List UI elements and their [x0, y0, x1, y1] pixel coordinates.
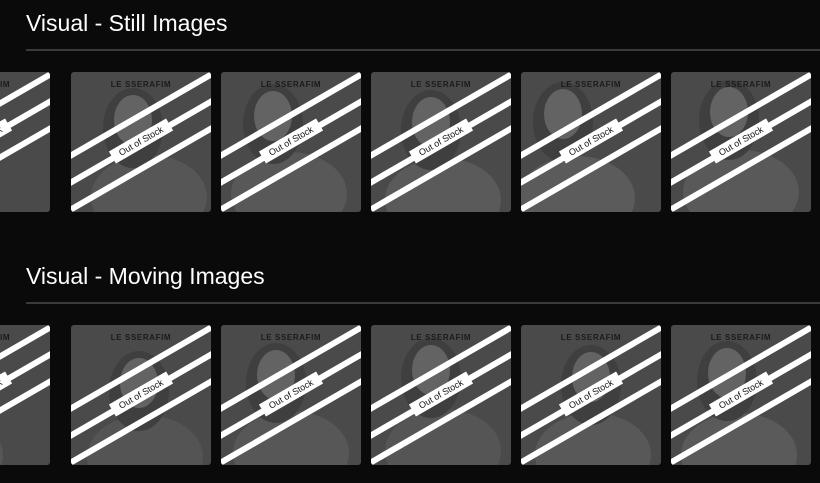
product-brand-label: LE SSERAFIM: [260, 333, 322, 342]
product-card[interactable]: LE SSERAFIMOut of Stock: [71, 325, 211, 465]
product-card[interactable]: LE SSERAFIMOut of Stock: [221, 72, 361, 212]
merch-visual-page: Visual - Still Images LE SSERAFIMOut of …: [0, 0, 820, 483]
product-brand-label: LE SSERAFIM: [410, 333, 472, 342]
product-brand-label: LE SSERAFIM: [110, 333, 172, 342]
product-card[interactable]: LE SSERAFIMOut of Stock: [71, 72, 211, 212]
product-photo: [87, 351, 203, 465]
product-brand-label: LE SSERAFIM: [0, 80, 11, 89]
section-title-moving-images: Visual - Moving Images: [26, 263, 265, 289]
product-brand-label: LE SSERAFIM: [0, 333, 11, 342]
product-card[interactable]: LE SSERAFIMOut of Stock: [371, 325, 511, 465]
still-images-carousel[interactable]: LE SSERAFIMOut of StockLE SSERAFIMOut of…: [0, 72, 820, 212]
product-photo: [0, 72, 50, 212]
product-photo: [231, 84, 347, 212]
product-brand-label: LE SSERAFIM: [410, 80, 472, 89]
product-brand-label: LE SSERAFIM: [110, 80, 172, 89]
still-images-section: Visual - Still Images LE SSERAFIMOut of …: [0, 0, 820, 230]
product-photo: [91, 88, 207, 212]
product-photo: [233, 343, 349, 465]
product-card[interactable]: LE SSERAFIMOut of Stock: [521, 72, 661, 212]
moving-images-section: Visual - Moving Images LE SSERAFIMOut of…: [0, 253, 820, 483]
product-card[interactable]: LE SSERAFIMOut of Stock: [671, 72, 811, 212]
section-divider: [26, 49, 820, 51]
product-photo: [0, 441, 3, 465]
section-title-still-images: Visual - Still Images: [26, 10, 228, 36]
product-card[interactable]: LE SSERAFIMOut of Stock: [0, 325, 50, 465]
product-card[interactable]: LE SSERAFIMOut of Stock: [371, 72, 511, 212]
product-photo: [683, 80, 799, 212]
product-photo: [385, 90, 501, 212]
section-divider: [26, 302, 820, 304]
product-brand-label: LE SSERAFIM: [710, 80, 772, 89]
product-photo: [535, 345, 651, 465]
moving-images-carousel[interactable]: LE SSERAFIMOut of StockLE SSERAFIMOut of…: [0, 325, 820, 465]
product-card[interactable]: LE SSERAFIMOut of Stock: [221, 325, 361, 465]
product-card[interactable]: LE SSERAFIMOut of Stock: [521, 325, 661, 465]
product-photo: [521, 82, 635, 212]
product-brand-label: LE SSERAFIM: [260, 80, 322, 89]
product-brand-label: LE SSERAFIM: [560, 80, 622, 89]
product-photo: [681, 341, 797, 465]
product-photo: [385, 338, 501, 465]
product-brand-label: LE SSERAFIM: [560, 333, 622, 342]
product-brand-label: LE SSERAFIM: [710, 333, 772, 342]
product-card[interactable]: LE SSERAFIMOut of Stock: [0, 72, 50, 212]
product-card[interactable]: LE SSERAFIMOut of Stock: [671, 325, 811, 465]
